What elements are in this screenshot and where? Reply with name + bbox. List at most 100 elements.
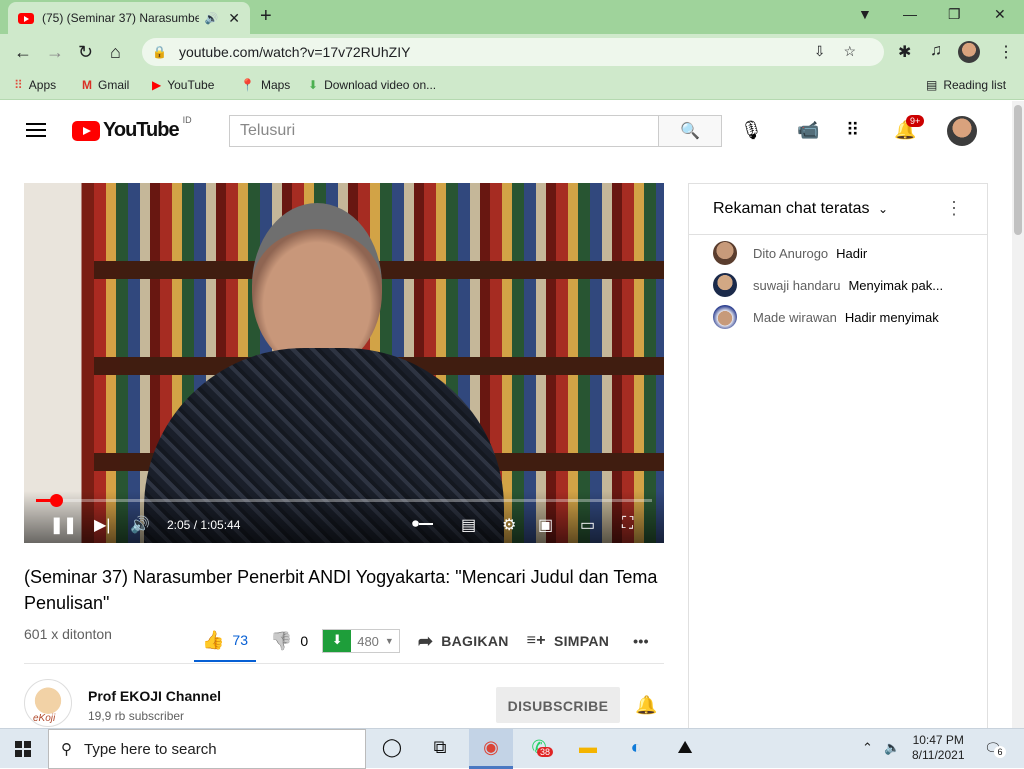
taskbar-photos[interactable]: ⛰ — [663, 729, 707, 769]
like-button[interactable]: 👍 73 — [194, 620, 256, 662]
chat-text: Menyimak pak... — [848, 277, 944, 293]
scrollbar-thumb[interactable] — [1014, 105, 1022, 235]
chrome-menu-icon[interactable]: ⋮ — [998, 42, 1014, 62]
chat-mode-dropdown[interactable]: Rekaman chat teratas ⌄ — [713, 200, 888, 217]
extensions-icon[interactable]: ✱ — [898, 42, 911, 62]
folder-icon: ▬ — [579, 737, 597, 757]
chat-message[interactable]: Made wirawan Hadir menyimak — [713, 305, 939, 329]
autoplay-toggle-icon[interactable]: ⏺━ — [412, 515, 433, 532]
apps-grid-icon: ⠿ — [14, 78, 23, 92]
chat-author: Made wirawan — [753, 309, 837, 325]
url-text[interactable]: youtube.com/watch?v=17v72RUhZIY — [179, 44, 411, 60]
download-extension-button[interactable]: ⬇ 480 ▼ — [322, 629, 400, 653]
profile-avatar[interactable] — [958, 41, 980, 63]
taskbar-edge[interactable]: ◐ — [614, 729, 658, 769]
browser-tab[interactable]: (75) (Seminar 37) Narasumbe 🔊 ✕ — [8, 2, 250, 34]
bookmark-gmail[interactable]: M Gmail — [82, 78, 129, 92]
cortana-icon[interactable]: ◯ — [380, 737, 404, 761]
reading-list-label: Reading list — [943, 78, 1007, 92]
youtube-wordmark: YouTube — [103, 119, 180, 141]
account-avatar[interactable] — [947, 116, 977, 146]
miniplayer-icon[interactable]: ▣ — [538, 515, 553, 535]
action-center-icon[interactable]: 🗨 6 — [984, 740, 1006, 758]
taskbar-search[interactable]: ⚲ Type here to search — [48, 729, 366, 769]
taskbar-chrome[interactable]: ◉ — [469, 729, 513, 769]
lock-icon[interactable]: 🔒 — [152, 45, 167, 59]
bookmark-download[interactable]: ⬇ Download video on... — [308, 78, 436, 92]
share-arrow-icon: ➦ — [417, 630, 434, 651]
channel-avatar[interactable]: eKoji — [24, 679, 72, 727]
settings-gear-icon[interactable]: ⚙ — [502, 515, 516, 535]
guide-menu-icon[interactable] — [26, 123, 46, 137]
speaker-icon[interactable]: 🔈 — [884, 740, 900, 756]
like-count: 73 — [232, 632, 248, 648]
forward-icon[interactable]: → — [46, 42, 64, 63]
fullscreen-icon[interactable]: ⛶ — [622, 515, 633, 533]
home-icon[interactable]: ⌂ — [110, 42, 121, 63]
tab-close-icon[interactable]: ✕ — [228, 10, 240, 27]
chat-message[interactable]: Dito Anurogo Hadir — [713, 241, 867, 265]
chat-more-icon[interactable]: ⋮ — [945, 198, 963, 219]
chat-avatar — [713, 241, 737, 265]
apps-icon[interactable]: ⠿ — [846, 120, 859, 141]
youtube-header: YouTube ID Telusuri 🔍 🎙 📹 ⠿ 🔔 9+ — [0, 101, 1024, 159]
youtube-logo[interactable]: YouTube ID — [72, 115, 192, 142]
theater-mode-icon[interactable]: ▭ — [580, 515, 595, 535]
page-scrollbar[interactable] — [1012, 101, 1024, 731]
more-actions-button[interactable]: ••• — [633, 633, 649, 649]
save-button[interactable]: ≡+ SIMPAN — [527, 632, 610, 650]
chat-header: Rekaman chat teratas ⌄ ⋮ — [689, 184, 987, 235]
install-icon[interactable]: ⇩ — [814, 43, 844, 59]
reading-list-icon: ▤ — [926, 78, 938, 92]
back-icon[interactable]: ← — [14, 42, 32, 63]
maps-icon: 📍 — [240, 78, 255, 92]
windows-start-icon[interactable] — [15, 741, 31, 757]
bookmark-maps[interactable]: 📍 Maps — [240, 78, 290, 92]
bookmark-youtube[interactable]: ▶ YouTube — [152, 78, 214, 92]
scrubber-handle[interactable] — [49, 494, 63, 507]
youtube-play-icon — [72, 120, 100, 141]
tab-search-icon[interactable]: ▼ — [858, 6, 872, 22]
restore-icon[interactable]: ❐ — [948, 6, 961, 23]
search-input[interactable]: Telusuri — [229, 115, 659, 147]
download-icon: ⬇ — [308, 78, 319, 92]
create-video-icon[interactable]: 📹 — [797, 120, 819, 141]
bookmark-apps[interactable]: ⠿ Apps — [14, 78, 56, 92]
address-toolbar: ← → ↻ ⌂ 🔒 youtube.com/watch?v=17v72RUhZI… — [0, 34, 1024, 70]
reading-list[interactable]: ▤ Reading list — [926, 78, 1006, 92]
notification-badge: 9+ — [906, 115, 925, 127]
share-button[interactable]: ➦ BAGIKAN — [418, 631, 509, 652]
close-window-icon[interactable]: ✕ — [994, 6, 1006, 23]
task-view-icon[interactable]: ⧉ — [428, 737, 452, 761]
taskbar-file-explorer[interactable]: ▬ — [566, 729, 610, 769]
pause-icon[interactable]: ❚❚ — [50, 515, 77, 535]
subtitles-icon[interactable]: ▤ — [461, 515, 476, 535]
media-control-icon[interactable]: ♫ — [930, 42, 942, 60]
video-player[interactable]: ❚❚ ▶| 🔊 2:05 / 1:05:44 ⏺━ ▤ ⚙ ▣ ▭ ⛶ — [24, 183, 664, 543]
search-button[interactable]: 🔍 — [658, 115, 722, 147]
next-icon[interactable]: ▶| — [94, 515, 110, 535]
reload-icon[interactable]: ↻ — [78, 42, 93, 63]
chrome-icon: ◉ — [483, 737, 499, 757]
dislike-count: 0 — [300, 633, 309, 649]
volume-icon[interactable]: 🔊 — [130, 515, 150, 535]
omnibox[interactable]: 🔒 youtube.com/watch?v=17v72RUhZIY ⇩☆ — [142, 38, 884, 66]
chat-message[interactable]: suwaji handaru Menyimak pak... — [713, 273, 943, 297]
progress-bar[interactable] — [36, 494, 652, 507]
taskbar-whatsapp[interactable]: ✆ 38 — [517, 729, 561, 769]
bookmark-label: Gmail — [98, 78, 130, 92]
tab-audio-icon[interactable]: 🔊 — [205, 12, 219, 25]
bookmark-star-icon[interactable]: ☆ — [843, 43, 874, 59]
show-hidden-icons-icon[interactable]: ⌃ — [862, 740, 873, 756]
clock[interactable]: 10:47 PM 8/11/2021 — [912, 733, 965, 763]
voice-search-icon[interactable]: 🎙 — [740, 120, 763, 141]
browser-tab-strip: (75) (Seminar 37) Narasumbe 🔊 ✕ + ▼ — ❐ … — [0, 0, 1024, 34]
channel-name[interactable]: Prof EKOJI Channel — [88, 688, 221, 704]
notification-bell-icon[interactable]: 🔔 — [635, 695, 657, 716]
minimize-icon[interactable]: — — [903, 6, 917, 22]
chat-avatar — [713, 273, 737, 297]
subscribed-button[interactable]: DISUBSCRIBE — [496, 687, 620, 723]
dislike-button[interactable]: 👎 0 — [270, 631, 308, 652]
edge-icon: ◐ — [630, 737, 642, 757]
new-tab-icon[interactable]: + — [260, 5, 272, 28]
